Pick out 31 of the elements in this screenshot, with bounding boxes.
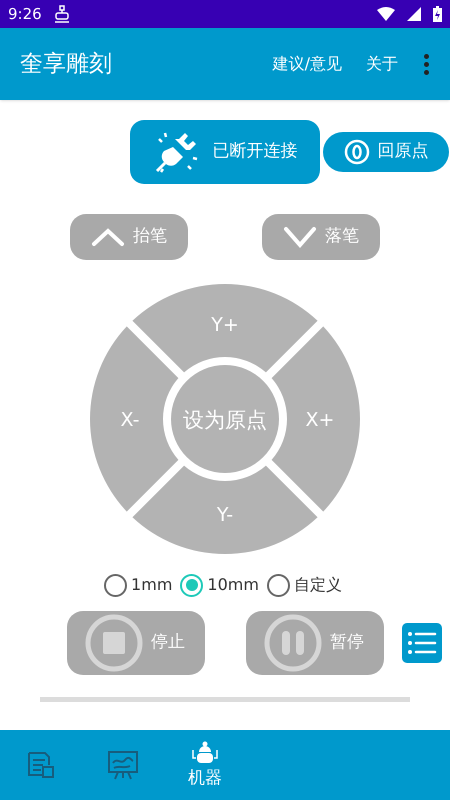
status-time: 9:26 <box>8 4 42 25</box>
easel-icon <box>106 749 140 781</box>
direction-pad-segment[interactable]: X- <box>90 326 178 512</box>
pen-button[interactable]: 落笔 <box>262 214 380 260</box>
direction-pad-segment[interactable]: Y- <box>132 466 318 554</box>
direction-pad-segment[interactable]: X+ <box>272 326 360 512</box>
home-button[interactable]: 回原点 <box>323 132 449 172</box>
zero-icon <box>344 139 370 165</box>
wifi-icon <box>377 7 395 21</box>
step-radio[interactable]: 1mm <box>104 573 172 597</box>
pen-button[interactable]: 抬笔 <box>70 214 188 260</box>
control-button[interactable]: 停止 <box>67 611 205 675</box>
app-title: 奎享雕刻 <box>20 50 113 79</box>
control-button[interactable]: 暂停 <box>246 611 384 675</box>
nav-tab[interactable]: 机器 <box>164 730 246 800</box>
step-radio[interactable]: 10mm <box>180 573 259 597</box>
step-radio[interactable]: 自定义 <box>266 573 342 597</box>
chevron-up-icon <box>91 227 125 247</box>
menu-action[interactable]: 建议/意见 <box>260 52 354 76</box>
direction-pad-segment[interactable]: Y+ <box>132 284 318 372</box>
stop-icon <box>85 614 143 672</box>
signal-icon <box>407 7 421 21</box>
notification-icon <box>54 5 70 23</box>
connection-button[interactable]: 已断开连接 <box>130 120 320 184</box>
document-icon <box>25 749 57 781</box>
menu-action[interactable]: 关于 <box>354 52 410 76</box>
pause-icon <box>264 614 322 672</box>
list-icon[interactable] <box>402 623 442 663</box>
set-origin-button[interactable]: 设为原点 <box>171 365 279 473</box>
battery-icon <box>433 6 442 22</box>
chevron-down-icon <box>283 226 317 248</box>
